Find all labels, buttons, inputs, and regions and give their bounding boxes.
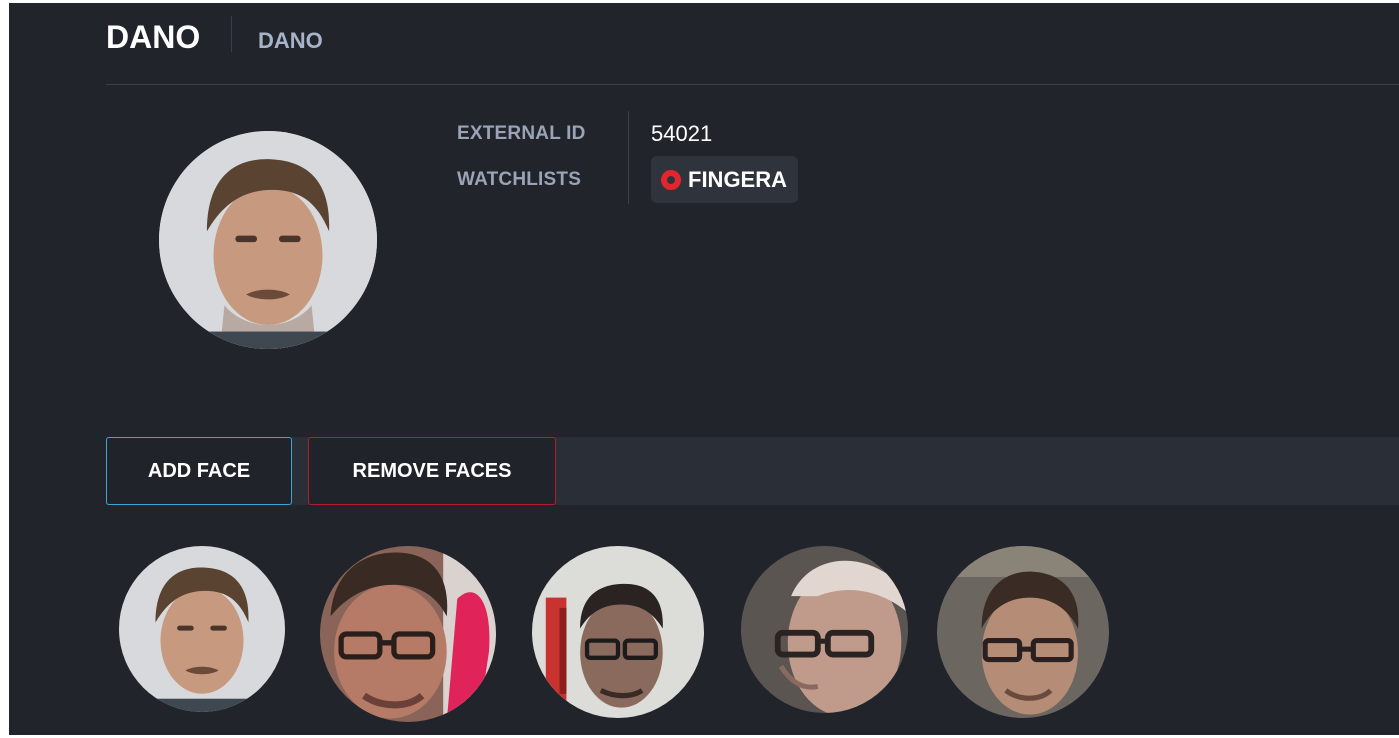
external-id-value: 54021 <box>651 121 713 146</box>
faces-toolbar: ADD FACE REMOVE FACES <box>106 437 1399 505</box>
face-thumbnail[interactable] <box>119 546 285 712</box>
person-avatar <box>159 131 377 349</box>
watchlist-chip[interactable]: FINGERA <box>651 156 798 203</box>
face-thumbnail[interactable] <box>320 546 496 722</box>
remove-faces-button[interactable]: REMOVE FACES <box>308 437 556 505</box>
add-face-button[interactable]: ADD FACE <box>106 437 292 505</box>
face-thumbnail-image <box>741 546 908 713</box>
avatar-face-image <box>159 131 377 349</box>
face-thumbnail[interactable] <box>532 546 704 718</box>
face-thumbnail[interactable] <box>741 546 908 713</box>
watchlist-name: FINGERA <box>688 166 787 192</box>
person-secondary-name: DANO <box>258 28 323 53</box>
person-detail-panel: DANO DANO EXTERNAL ID WATCHLISTS 54021 F… <box>9 3 1399 735</box>
face-thumbnail-image <box>937 546 1109 718</box>
face-thumbnail-image <box>320 546 496 722</box>
person-name-title: DANO <box>106 19 201 55</box>
face-thumbnail-image <box>532 546 704 718</box>
face-thumbnail-image <box>119 546 285 712</box>
meta-divider <box>628 111 629 204</box>
watchlists-label: WATCHLISTS <box>457 169 582 190</box>
face-thumbnail[interactable] <box>937 546 1109 718</box>
watchlist-color-ring-icon <box>661 169 681 190</box>
person-header: DANO DANO <box>106 3 1399 85</box>
external-id-label: EXTERNAL ID <box>457 123 586 144</box>
header-divider <box>231 16 232 52</box>
